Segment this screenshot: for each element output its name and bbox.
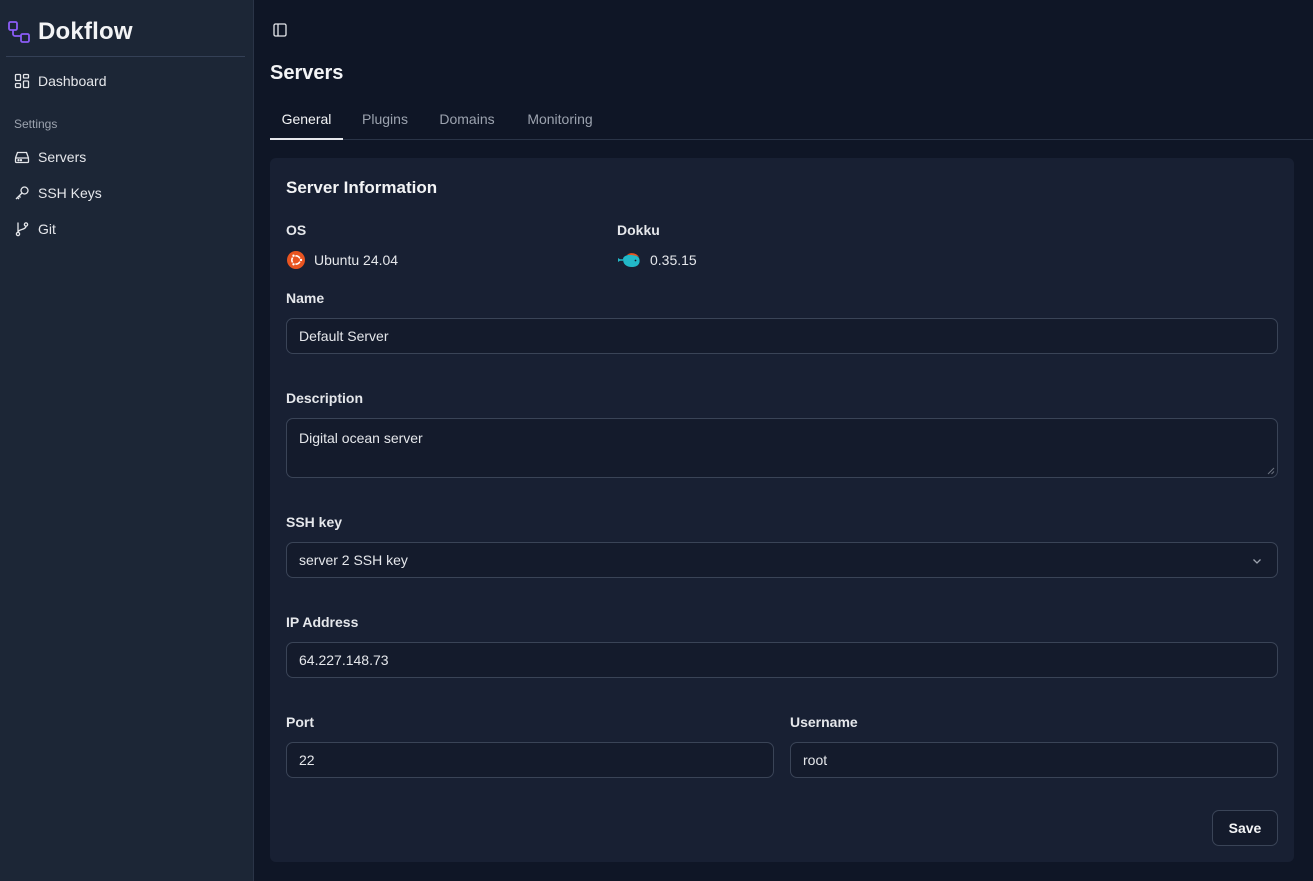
os-label: OS <box>286 222 307 238</box>
sidebar-item-label: Git <box>38 221 56 237</box>
sidebar-item-label: Dashboard <box>38 73 107 89</box>
dokku-label: Dokku <box>617 222 660 238</box>
ssh-key-selected-value: server 2 SSH key <box>299 552 408 568</box>
server-icon <box>14 149 30 165</box>
port-label: Port <box>286 714 314 730</box>
name-field[interactable] <box>286 318 1278 354</box>
key-icon <box>14 185 30 201</box>
name-label: Name <box>286 290 325 306</box>
description-label: Description <box>286 390 364 406</box>
ssh-key-label: SSH key <box>286 514 343 530</box>
sidebar-item-servers[interactable]: Servers <box>14 147 86 167</box>
chevron-down-icon <box>1251 555 1263 567</box>
sidebar-item-label: Servers <box>38 149 87 165</box>
name-input[interactable] <box>299 328 1277 344</box>
git-branch-icon <box>14 221 30 237</box>
sidebar-item-git[interactable]: Git <box>14 219 56 239</box>
ip-address-label: IP Address <box>286 614 359 630</box>
username-label: Username <box>790 714 858 730</box>
ip-address-field[interactable] <box>286 642 1278 678</box>
server-information-card: Server Information OS Ubuntu 24.04 Dokku <box>270 158 1294 862</box>
panel-left-icon <box>273 23 287 37</box>
os-value-text: Ubuntu 24.04 <box>314 252 399 268</box>
ubuntu-logo-icon <box>286 250 306 270</box>
ip-address-input[interactable] <box>299 652 1277 668</box>
os-value: Ubuntu 24.04 <box>286 250 398 270</box>
tab-bar: General Plugins Domains Monitoring <box>270 100 1313 140</box>
sidebar-item-dashboard[interactable]: Dashboard <box>14 71 107 91</box>
dokku-value-text: 0.35.15 <box>650 252 697 268</box>
workflow-logo-icon <box>8 21 30 43</box>
port-field[interactable] <box>286 742 774 778</box>
card-title: Server Information <box>286 178 438 197</box>
sidebar-item-label: SSH Keys <box>38 185 102 201</box>
username-field[interactable] <box>790 742 1278 778</box>
username-input[interactable] <box>803 752 1277 768</box>
dashboard-icon <box>14 73 30 89</box>
port-input[interactable] <box>299 752 773 768</box>
tab-domains[interactable]: Domains <box>435 100 499 140</box>
dokku-value: 0.35.15 <box>617 250 697 270</box>
page-title: Servers <box>270 62 344 84</box>
tab-plugins[interactable]: Plugins <box>358 100 412 140</box>
sidebar-toggle-button[interactable] <box>272 22 288 38</box>
sidebar: Dokflow Dashboard Settings Servers SSH K… <box>0 0 254 881</box>
description-textarea[interactable]: Digital ocean server <box>299 430 1277 468</box>
brand-divider <box>6 56 245 57</box>
ssh-key-select[interactable]: server 2 SSH key <box>286 542 1278 578</box>
sidebar-item-ssh-keys[interactable]: SSH Keys <box>14 183 102 203</box>
brand[interactable]: Dokflow <box>8 18 133 46</box>
description-field[interactable]: Digital ocean server <box>286 418 1278 478</box>
dokku-whale-icon <box>617 250 642 270</box>
tab-general[interactable]: General <box>270 100 343 140</box>
app-name: Dokflow <box>38 18 133 45</box>
save-button[interactable]: Save <box>1212 810 1278 846</box>
resize-grip-icon[interactable] <box>1267 467 1275 475</box>
sidebar-section-settings: Settings <box>14 117 58 131</box>
tab-monitoring[interactable]: Monitoring <box>522 100 598 140</box>
